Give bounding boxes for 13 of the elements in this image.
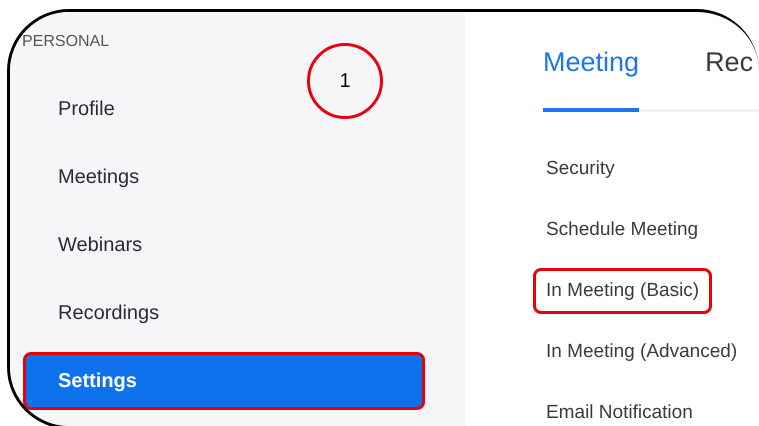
sidebar-item[interactable]: Webinars (23, 216, 425, 274)
section-link[interactable]: Email Notification (533, 390, 706, 426)
section-link[interactable]: In Meeting (Basic) (533, 268, 712, 314)
section-link[interactable]: In Meeting (Advanced) (533, 329, 750, 375)
section-link[interactable]: Schedule Meeting (533, 207, 712, 253)
section-heading: PERSONAL (22, 32, 110, 52)
section-link[interactable]: Security (533, 146, 628, 192)
tab[interactable]: Rec (705, 34, 754, 106)
step-marker: 1 (307, 43, 383, 119)
sidebar-item[interactable]: Meetings (23, 148, 425, 206)
tab[interactable]: Meeting (543, 34, 640, 112)
sidebar-item[interactable]: Settings (23, 352, 425, 410)
sidebar-item[interactable]: Recordings (23, 284, 425, 342)
